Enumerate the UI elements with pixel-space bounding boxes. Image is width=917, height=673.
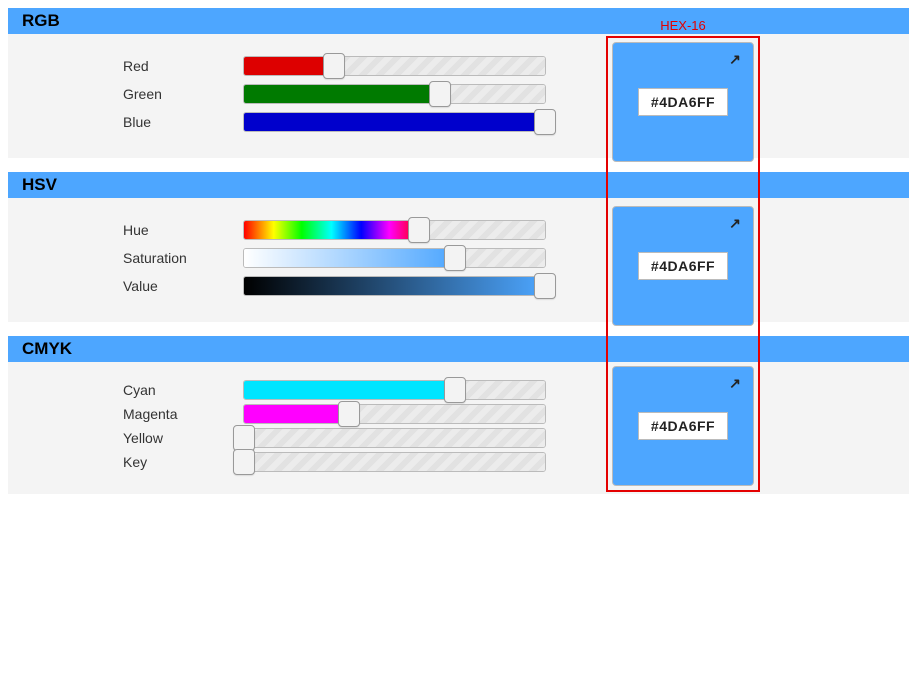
slider[interactable] <box>243 56 546 76</box>
slider-thumb[interactable] <box>408 217 430 243</box>
slider-thumb[interactable] <box>233 449 255 475</box>
slider-label: Red <box>8 58 243 74</box>
rgb-swatch: ↗ #4DA6FF <box>612 42 754 162</box>
slider-label: Saturation <box>8 250 243 266</box>
hsv-swatch: ↗ #4DA6FF <box>612 206 754 326</box>
slider-row: Blue <box>8 112 909 132</box>
slider-row: Yellow <box>8 428 909 448</box>
slider-label: Yellow <box>8 430 243 446</box>
rgb-hex-value: #4DA6FF <box>638 88 728 116</box>
sections-wrap: RGB Red Green Blue ↗ #4DA6FF HSV Hue Satura… <box>8 8 909 494</box>
slider-row: Value <box>8 276 909 296</box>
hsv-body: Hue Saturation Value ↗ #4DA6FF <box>8 198 909 322</box>
slider-thumb[interactable] <box>429 81 451 107</box>
slider-row: Key <box>8 452 909 472</box>
slider[interactable] <box>243 452 546 472</box>
slider[interactable] <box>243 220 546 240</box>
slider[interactable] <box>243 112 546 132</box>
slider[interactable] <box>243 404 546 424</box>
slider-label: Green <box>8 86 243 102</box>
slider-row: Cyan <box>8 380 909 400</box>
expand-icon[interactable]: ↗ <box>727 215 743 231</box>
cmyk-body: Cyan Magenta Yellow Key ↗ #4DA6FF <box>8 362 909 494</box>
slider[interactable] <box>243 248 546 268</box>
slider[interactable] <box>243 276 546 296</box>
slider-row: Magenta <box>8 404 909 424</box>
slider-label: Value <box>8 278 243 294</box>
slider-row: Red <box>8 56 909 76</box>
slider-thumb[interactable] <box>534 109 556 135</box>
cmyk-swatch: ↗ #4DA6FF <box>612 366 754 486</box>
rgb-body: Red Green Blue ↗ #4DA6FF <box>8 34 909 158</box>
slider[interactable] <box>243 428 546 448</box>
rgb-header: RGB <box>8 8 909 34</box>
slider-thumb[interactable] <box>323 53 345 79</box>
slider-label: Cyan <box>8 382 243 398</box>
slider-row: Hue <box>8 220 909 240</box>
slider-row: Saturation <box>8 248 909 268</box>
cmyk-header: CMYK <box>8 336 909 362</box>
slider-thumb[interactable] <box>444 377 466 403</box>
slider-thumb[interactable] <box>444 245 466 271</box>
hsv-header: HSV <box>8 172 909 198</box>
slider-label: Key <box>8 454 243 470</box>
slider[interactable] <box>243 380 546 400</box>
cmyk-hex-value: #4DA6FF <box>638 412 728 440</box>
slider-thumb[interactable] <box>534 273 556 299</box>
slider-label: Hue <box>8 222 243 238</box>
slider-label: Magenta <box>8 406 243 422</box>
slider[interactable] <box>243 84 546 104</box>
slider-label: Blue <box>8 114 243 130</box>
hsv-hex-value: #4DA6FF <box>638 252 728 280</box>
expand-icon[interactable]: ↗ <box>727 51 743 67</box>
expand-icon[interactable]: ↗ <box>727 375 743 391</box>
slider-thumb[interactable] <box>233 425 255 451</box>
slider-row: Green <box>8 84 909 104</box>
slider-thumb[interactable] <box>338 401 360 427</box>
